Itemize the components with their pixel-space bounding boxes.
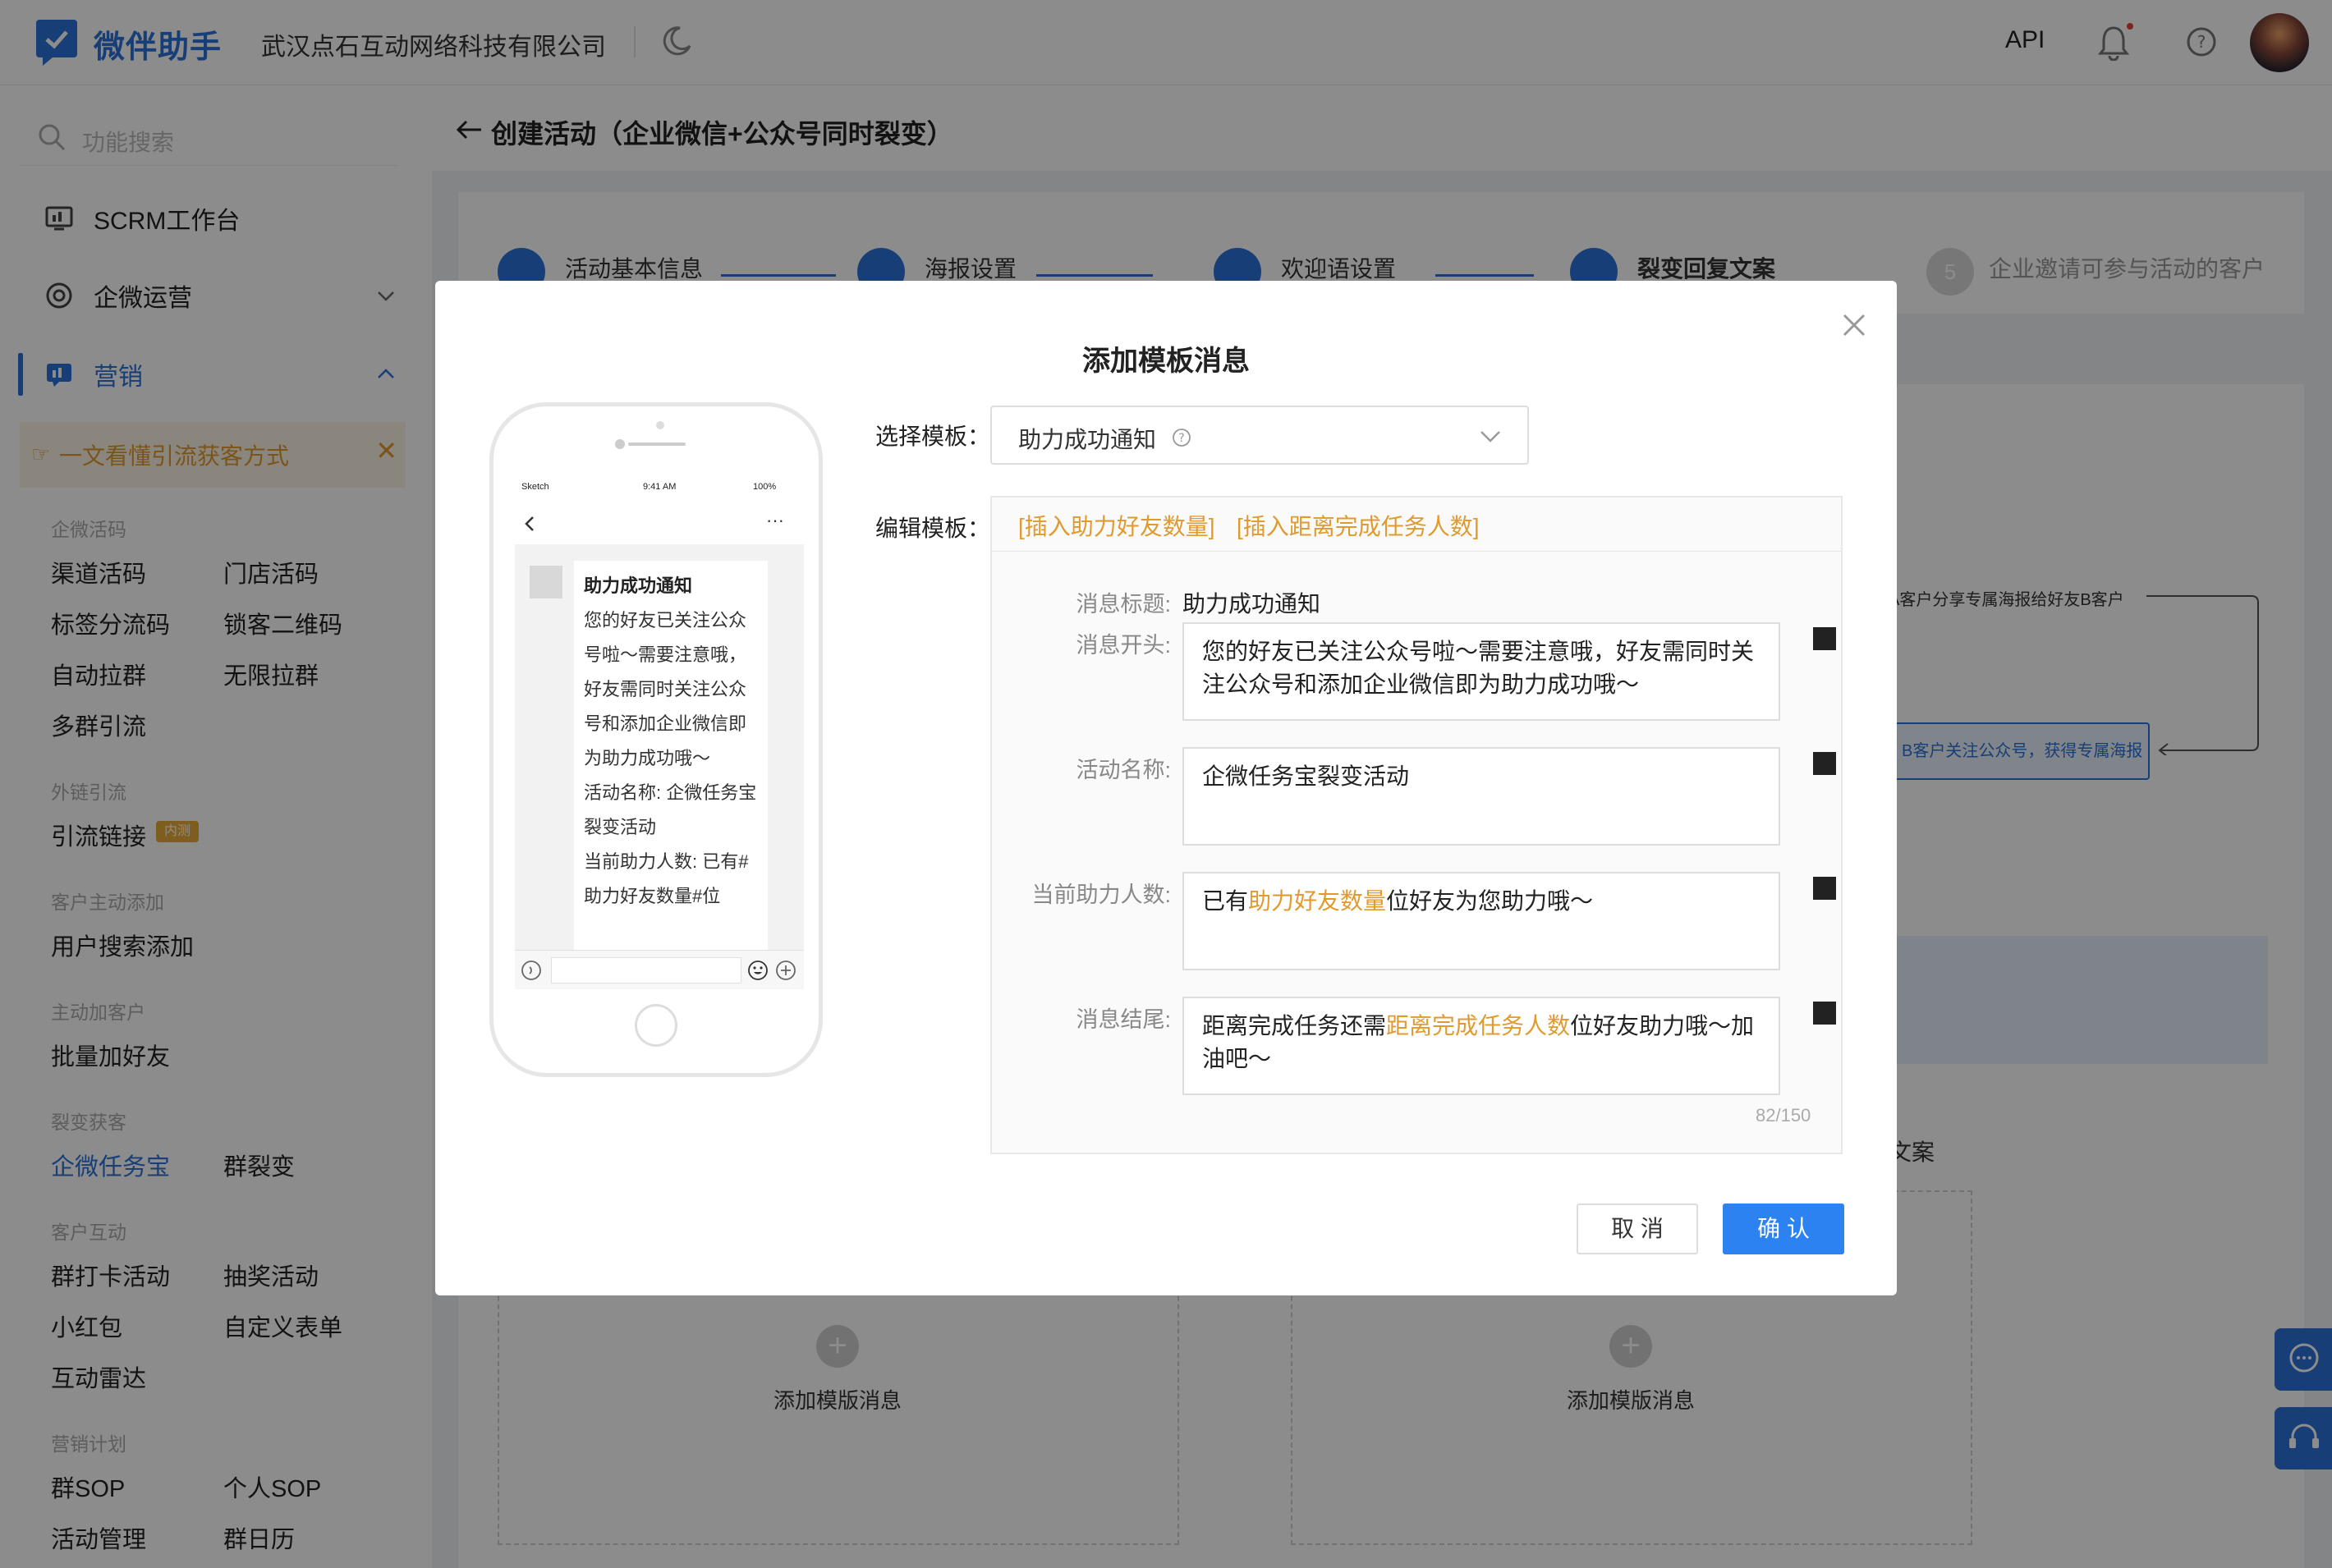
cancel-button[interactable]: 取 消	[1577, 1204, 1698, 1254]
bubble-title: 助力成功通知	[584, 575, 693, 596]
bubble-activity: 活动名称: 企微任务宝裂变活动	[584, 782, 757, 837]
question-icon[interactable]: ?	[1171, 427, 1192, 448]
ending-textarea[interactable]: 距离完成任务还需距离完成任务人数位好友助力哦～加油吧～	[1182, 997, 1780, 1095]
modal-title: 添加模板消息	[1082, 346, 1250, 377]
current-suffix: 位好友为您助力哦～	[1386, 888, 1594, 914]
activity-text: 企微任务宝裂变活动	[1202, 763, 1410, 789]
phone-status-bar: Sketch 9:41 AM 100%	[515, 474, 804, 503]
phone-text-field	[551, 957, 741, 983]
activity-label: 活动名称:	[1076, 758, 1171, 782]
template-editor: [插入助力好友数量] [插入距离完成任务人数] 消息标题: 助力成功通知 消息开…	[990, 496, 1843, 1154]
bubble-current: 当前助力人数: 已有#助力好友数量#位	[584, 851, 749, 906]
edit-template-label: 编辑模板：	[875, 516, 991, 541]
char-counter: 82/150	[1756, 1105, 1811, 1126]
more-icon: ···	[766, 510, 784, 530]
opening-text: 您的好友已关注公众号啦～需要注意哦，好友需同时关注公众号和添加企业微信即为助力成…	[1202, 639, 1755, 697]
close-icon[interactable]	[1838, 309, 1871, 342]
current-variable: 助力好友数量	[1248, 888, 1387, 914]
opening-textarea[interactable]: 您的好友已关注公众号啦～需要注意哦，好友需同时关注公众号和添加企业微信即为助力成…	[1182, 622, 1780, 721]
color-picker-swatch[interactable]	[1813, 877, 1836, 900]
voice-icon	[521, 961, 541, 980]
phone-speaker	[628, 442, 686, 446]
status-battery: 100%	[753, 482, 777, 492]
opening-label: 消息开头:	[1076, 633, 1171, 658]
insert-friend-count-link[interactable]: [插入助力好友数量]	[1018, 509, 1215, 542]
chevron-left-icon	[525, 516, 534, 531]
color-picker-swatch[interactable]	[1813, 1002, 1836, 1025]
select-value: 助力成功通知	[1018, 427, 1157, 452]
insert-remaining-count-link[interactable]: [插入距离完成任务人数]	[1237, 509, 1480, 542]
message-bubble: 助力成功通知 您的好友已关注公众号啦～需要注意哦，好友需同时关注公众号和添加企业…	[574, 561, 768, 951]
status-carrier: Sketch	[521, 482, 549, 492]
svg-text:?: ?	[1178, 432, 1184, 445]
current-prefix: 已有	[1202, 888, 1249, 914]
phone-home-button	[635, 1004, 677, 1047]
phone-camera	[615, 439, 625, 449]
phone-input-bar	[515, 950, 804, 989]
color-picker-swatch[interactable]	[1813, 752, 1836, 775]
ending-prefix: 距离完成任务还需	[1202, 1013, 1387, 1038]
confirm-button[interactable]: 确 认	[1723, 1204, 1844, 1254]
ending-variable: 距离完成任务人数	[1386, 1013, 1571, 1038]
status-time: 9:41 AM	[643, 482, 677, 492]
chevron-down-icon	[1480, 431, 1500, 442]
add-template-modal: 添加模板消息 Sketch 9:41 AM 100% ··· 助力成功通知 您的…	[435, 281, 1897, 1295]
ending-label: 消息结尾:	[1076, 1007, 1171, 1032]
phone-preview: Sketch 9:41 AM 100% ··· 助力成功通知 您的好友已关注公众…	[489, 402, 823, 1077]
color-picker-swatch[interactable]	[1813, 627, 1836, 650]
phone-sensor	[656, 421, 664, 429]
current-count-label: 当前助力人数:	[1031, 883, 1171, 907]
activity-textarea[interactable]: 企微任务宝裂变活动	[1182, 747, 1780, 846]
emoji-icon	[748, 961, 768, 980]
title-value: 助力成功通知	[1182, 591, 1321, 617]
phone-screen: Sketch 9:41 AM 100% ··· 助力成功通知 您的好友已关注公众…	[515, 474, 804, 989]
editor-toolbar: [插入助力好友数量] [插入距离完成任务人数]	[992, 497, 1841, 552]
plus-circle-icon	[776, 961, 796, 980]
phone-nav-bar: ···	[515, 503, 804, 544]
chat-avatar	[530, 566, 562, 598]
select-template-label: 选择模板：	[875, 424, 991, 449]
title-label: 消息标题:	[1076, 592, 1171, 617]
bubble-body: 您的好友已关注公众号啦～需要注意哦，好友需同时关注公众号和添加企业微信即为助力成…	[584, 610, 747, 768]
template-select[interactable]: 助力成功通知 ?	[990, 406, 1529, 465]
current-count-textarea[interactable]: 已有助力好友数量位好友为您助力哦～	[1182, 872, 1780, 970]
